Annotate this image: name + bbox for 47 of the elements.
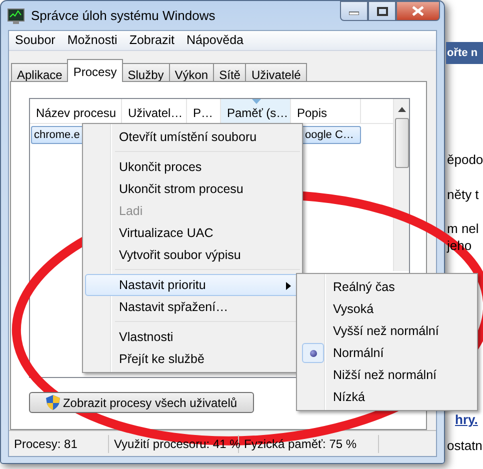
- scrollbar[interactable]: [393, 99, 409, 271]
- minimize-button[interactable]: [340, 1, 368, 21]
- menu-item[interactable]: Ukončit proces: [85, 156, 300, 178]
- show-all-processes-button[interactable]: Zobrazit procesy všech uživatelů: [29, 392, 254, 413]
- menu-item[interactable]: Možnosti: [61, 31, 124, 50]
- menu-item[interactable]: Virtualizace UAC: [85, 222, 300, 244]
- menu-item[interactable]: Nižší než normální: [299, 364, 475, 386]
- page-link[interactable]: hry.: [455, 412, 478, 428]
- menu-item[interactable]: Vlastnosti: [85, 326, 300, 348]
- tab[interactable]: Aplikace: [11, 63, 68, 82]
- menu-item[interactable]: Soubor: [9, 31, 62, 50]
- submenu-arrow-icon: [286, 282, 291, 290]
- menu-item[interactable]: Zobrazit: [123, 31, 180, 50]
- table-cell-text: oogle C…: [304, 128, 355, 143]
- menu-item[interactable]: Nízká: [299, 386, 475, 408]
- menu-item[interactable]: Nápověda: [180, 31, 250, 50]
- monitor-icon: [7, 8, 25, 24]
- menu-item[interactable]: Reálný čas: [299, 276, 475, 298]
- page-text: ěpodo: [447, 152, 483, 168]
- column-header[interactable]: Paměť (s…: [221, 99, 291, 123]
- tab[interactable]: Uživatelé: [245, 63, 307, 82]
- maximize-button[interactable]: [368, 1, 396, 21]
- tab[interactable]: Procesy: [67, 59, 123, 82]
- page-banner: ořte n: [446, 42, 483, 64]
- tab[interactable]: Sítě: [213, 63, 246, 82]
- close-icon: [412, 6, 424, 16]
- tab[interactable]: Služby: [122, 63, 170, 82]
- sort-arrow-icon: [252, 99, 260, 104]
- window-title: Správce úloh systému Windows: [31, 6, 216, 25]
- menu-item[interactable]: Vysoká: [299, 298, 475, 320]
- tab[interactable]: Výkon: [168, 63, 214, 82]
- status-text: Procesy: 81: [9, 434, 109, 452]
- menu-item[interactable]: Normální: [299, 342, 475, 364]
- menu-item[interactable]: Nastavit spřažení…: [85, 296, 300, 318]
- scroll-thumb[interactable]: [394, 118, 408, 168]
- menu-item[interactable]: Otevřít umístění souboru: [85, 126, 300, 148]
- menu-item[interactable]: Vyšší než normální: [299, 320, 475, 342]
- page-text: m nel: [447, 221, 479, 237]
- menu-item[interactable]: Přejít ke službě: [85, 348, 300, 370]
- scroll-up-arrow-icon: [398, 107, 406, 112]
- page-text: ostatn: [447, 438, 482, 454]
- menu-item[interactable]: Vytvořit soubor výpisu: [85, 244, 300, 266]
- maximize-icon: [376, 6, 388, 16]
- close-button[interactable]: [396, 1, 440, 21]
- menu-item[interactable]: Ukončit strom procesu: [85, 178, 300, 200]
- shield-icon: [46, 395, 60, 410]
- page-text: něty t: [447, 187, 479, 203]
